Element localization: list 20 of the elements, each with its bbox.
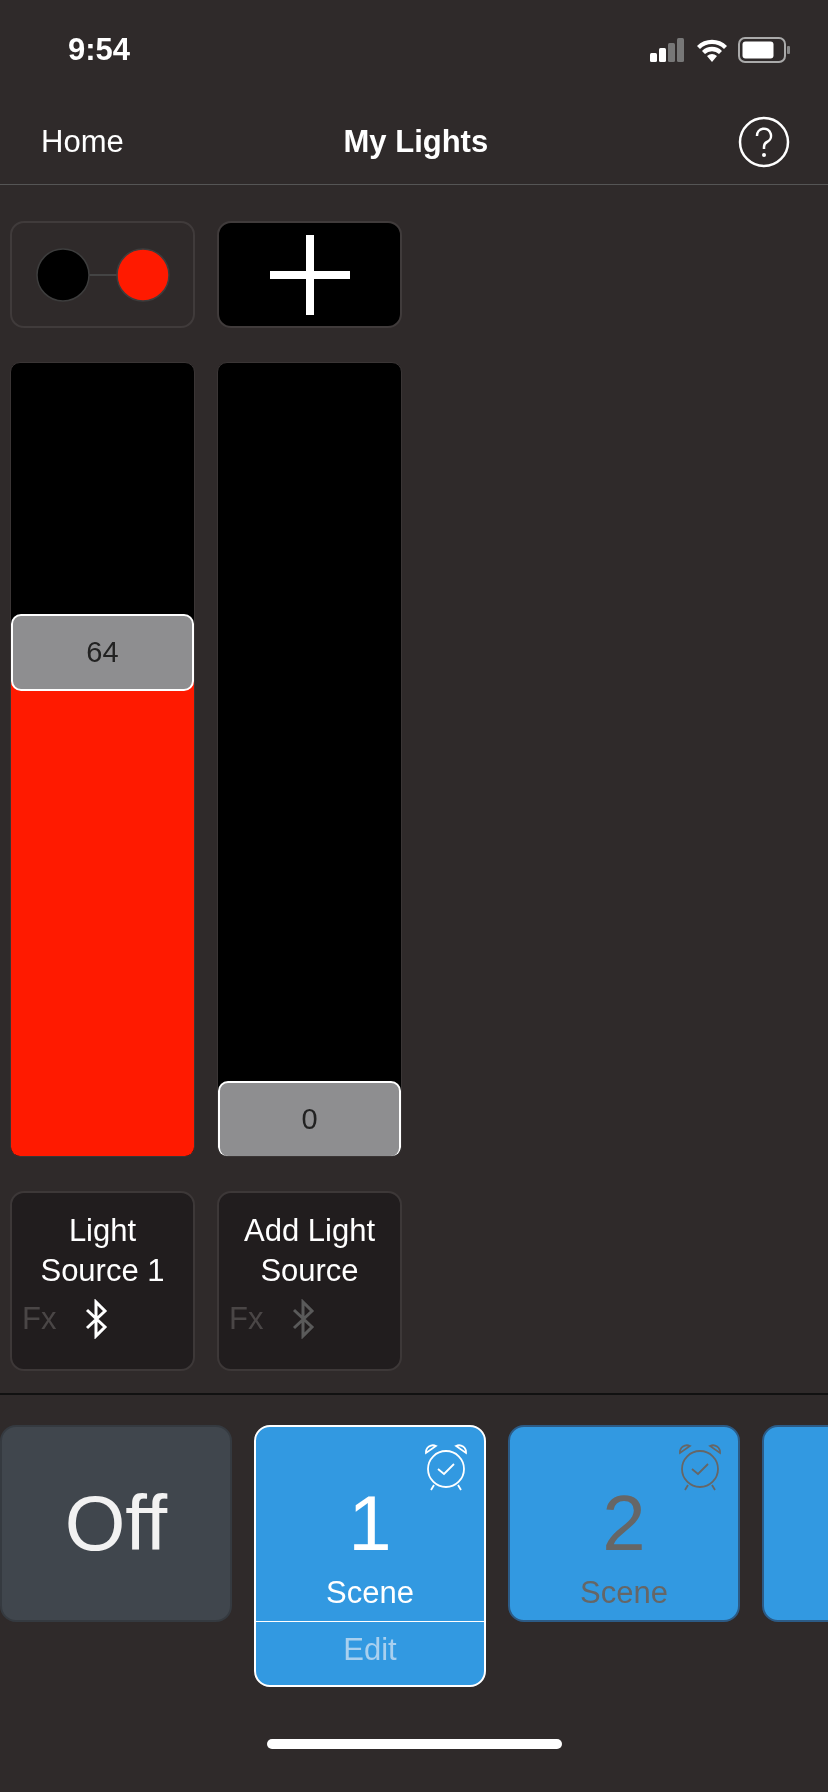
plus-icon	[269, 234, 350, 315]
off-button[interactable]: Off	[0, 1425, 232, 1622]
scene-tile[interactable]: 1 Scene Edit	[254, 1425, 486, 1687]
light-source-name: Add Light Source	[243, 1212, 376, 1290]
signal-icon	[650, 38, 686, 62]
light-source-name: Light Source 1	[39, 1212, 166, 1290]
scene-number: 1	[348, 1479, 392, 1567]
scene-label: Scene	[580, 1575, 668, 1611]
home-link[interactable]: Home	[41, 124, 124, 160]
scene-number: 2	[602, 1479, 646, 1567]
help-icon[interactable]	[738, 116, 790, 168]
color-toggle-button[interactable]	[10, 221, 195, 328]
fader-handle[interactable]: 0	[218, 1081, 401, 1156]
add-button[interactable]	[217, 221, 402, 328]
fader-handle[interactable]: 64	[11, 614, 194, 692]
page-title: My Lights	[343, 124, 489, 160]
wifi-icon	[696, 38, 728, 62]
battery-icon	[738, 37, 790, 63]
status-time: 9:54	[68, 32, 131, 68]
scene-label: Scene	[326, 1575, 414, 1611]
